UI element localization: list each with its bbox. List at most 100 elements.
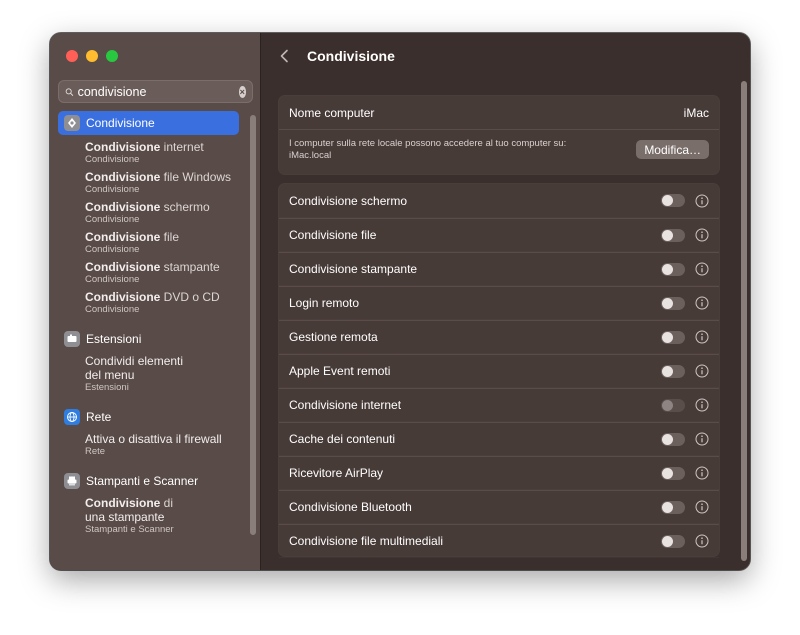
search-result-match: Condivisione bbox=[85, 170, 161, 184]
service-row-condivisione-bluetooth: Condivisione Bluetooth bbox=[279, 490, 719, 524]
search-results: Condivisione Condivisione internet Condiv… bbox=[50, 111, 250, 535]
back-chevron-icon[interactable] bbox=[279, 49, 291, 63]
search-result-rest: di bbox=[160, 496, 174, 510]
search-result-caption: Condivisione bbox=[85, 184, 140, 195]
zoom-window-button[interactable] bbox=[106, 50, 118, 62]
service-toggle[interactable] bbox=[661, 330, 685, 344]
info-icon[interactable] bbox=[695, 228, 709, 242]
service-row-condivisione-stampante: Condivisione stampante bbox=[279, 252, 719, 286]
service-row-condivisione-file-multimediali: Condivisione file multimediali bbox=[279, 524, 719, 558]
search-result-caption: Estensioni bbox=[85, 382, 129, 393]
search-result-item[interactable]: Condivisione file Condivisione bbox=[50, 230, 250, 255]
info-icon[interactable] bbox=[695, 262, 709, 276]
search-result-match: Condivisione bbox=[85, 140, 161, 154]
search-result-item[interactable]: Condivisione schermo Condivisione bbox=[50, 200, 250, 225]
close-window-button[interactable] bbox=[66, 50, 78, 62]
extensions-icon bbox=[64, 331, 80, 347]
description-line: I computer sulla rete locale possono acc… bbox=[289, 138, 567, 149]
service-toggle[interactable] bbox=[661, 194, 685, 207]
search-result-title: Condividi elementi bbox=[85, 354, 184, 368]
service-toggle[interactable] bbox=[661, 534, 685, 548]
info-icon[interactable] bbox=[695, 330, 709, 344]
search-result-match: Condivisione bbox=[85, 290, 161, 304]
search-result-item[interactable]: Condivisione di una stampante Stampanti e … bbox=[50, 496, 250, 535]
content-pane: Condivisione Nome computer iMac I comput… bbox=[261, 33, 750, 570]
service-toggle[interactable] bbox=[661, 296, 685, 310]
computer-name-value[interactable]: iMac bbox=[684, 106, 709, 120]
service-row-condivisione-internet: Condivisione internet bbox=[279, 388, 719, 422]
search-result-title: Condivisione di bbox=[85, 496, 250, 510]
search-result-title-line2: una stampante bbox=[85, 510, 165, 524]
info-icon[interactable] bbox=[695, 398, 709, 412]
search-result-title: Condivisione stampante bbox=[85, 260, 250, 274]
clear-search-icon[interactable]: × bbox=[238, 85, 246, 98]
globe-icon bbox=[64, 409, 80, 425]
computer-name-label: Nome computer bbox=[289, 105, 375, 120]
sharing-result-list: Condivisione internet Condivisione Condivi… bbox=[50, 140, 250, 315]
modify-button[interactable]: Modifica… bbox=[636, 140, 709, 159]
search-icon bbox=[65, 87, 74, 96]
sidebar-item-condivisione[interactable]: Condivisione bbox=[58, 111, 239, 135]
service-toggle[interactable] bbox=[661, 432, 685, 446]
search-result-rest: file bbox=[160, 230, 180, 244]
content-scrollbar[interactable] bbox=[741, 81, 747, 561]
info-icon[interactable] bbox=[695, 534, 709, 548]
service-row-condivisione-file: Condivisione file bbox=[279, 218, 719, 252]
sidebar-scrollbar[interactable] bbox=[250, 115, 256, 535]
info-icon[interactable] bbox=[695, 296, 709, 310]
service-toggle[interactable] bbox=[661, 228, 685, 242]
search-result-item[interactable]: Attiva o disattiva il firewall Rete bbox=[50, 432, 250, 457]
search-result-match: Condivisione bbox=[85, 260, 161, 274]
info-icon[interactable] bbox=[695, 466, 709, 480]
service-row-login-remoto: Login remoto bbox=[279, 286, 719, 320]
search-result-rest: stampante bbox=[160, 260, 220, 274]
service-toggle[interactable] bbox=[661, 500, 685, 514]
search-result-match: Condivisione bbox=[85, 230, 161, 244]
info-icon[interactable] bbox=[695, 500, 709, 514]
service-row-gestione-remota: Gestione remota bbox=[279, 320, 719, 354]
service-toggle bbox=[661, 398, 685, 412]
search-result-caption: Condivisione bbox=[85, 154, 140, 165]
search-result-item[interactable]: Condivisione internet Condivisione bbox=[50, 140, 250, 165]
search-result-item[interactable]: Condivisione DVD o CD Condivisione bbox=[50, 290, 250, 315]
local-address-description: I computer sulla rete locale possono acc… bbox=[289, 138, 619, 161]
search-result-rest: file Windows bbox=[160, 170, 232, 184]
search-field[interactable]: × bbox=[58, 80, 253, 103]
local-hostname: iMac.local bbox=[289, 149, 332, 161]
service-row-cache-dei-contenuti: Cache dei contenuti bbox=[279, 422, 719, 456]
search-result-title-line2: del menu bbox=[85, 368, 135, 382]
sidebar-group-label: Stampanti e Scanner bbox=[86, 474, 199, 488]
page-title: Condivisione bbox=[307, 48, 395, 64]
computer-name-card: Nome computer iMac I computer sulla rete… bbox=[278, 95, 720, 175]
search-result-item[interactable]: Condividi elementi del menu Estensioni bbox=[50, 354, 250, 393]
search-result-caption: Condivisione bbox=[85, 274, 140, 285]
sidebar-group-label: Rete bbox=[86, 410, 112, 424]
service-label: Ricevitore AirPlay bbox=[289, 466, 384, 480]
sidebar-group-estensioni[interactable]: Estensioni bbox=[50, 329, 250, 349]
service-toggle[interactable] bbox=[661, 262, 685, 276]
service-toggle[interactable] bbox=[661, 466, 685, 480]
search-result-item[interactable]: Condivisione file Windows Condivisione bbox=[50, 170, 250, 195]
search-result-caption: Rete bbox=[85, 446, 106, 457]
sidebar-group-rete[interactable]: Rete bbox=[50, 407, 250, 427]
sidebar-group-stampanti-e-scanner[interactable]: Stampanti e Scanner bbox=[50, 471, 250, 491]
service-toggle[interactable] bbox=[661, 364, 685, 378]
service-label: Cache dei contenuti bbox=[289, 432, 396, 446]
info-icon[interactable] bbox=[695, 432, 709, 446]
service-label: Condivisione stampante bbox=[289, 262, 418, 276]
search-result-caption: Stampanti e Scanner bbox=[85, 524, 174, 535]
search-result-title: Condivisione file Windows bbox=[85, 170, 250, 184]
info-icon[interactable] bbox=[695, 194, 709, 208]
sidebar: × Condivisione Condivisione internetCond… bbox=[50, 33, 261, 570]
search-result-title: Condivisione DVD o CD bbox=[85, 290, 250, 304]
info-icon[interactable] bbox=[695, 364, 709, 378]
local-address-row: I computer sulla rete locale possono acc… bbox=[279, 130, 719, 161]
search-result-caption: Condivisione bbox=[85, 304, 140, 315]
search-result-title: Condivisione file bbox=[85, 230, 250, 244]
minimize-window-button[interactable] bbox=[86, 50, 98, 62]
service-row-condivisione-schermo: Condivisione schermo bbox=[279, 184, 719, 218]
service-label: Condivisione internet bbox=[289, 398, 402, 412]
search-input[interactable] bbox=[77, 84, 239, 99]
service-label: Apple Event remoti bbox=[289, 364, 391, 378]
search-result-item[interactable]: Condivisione stampante Condivisione bbox=[50, 260, 250, 285]
